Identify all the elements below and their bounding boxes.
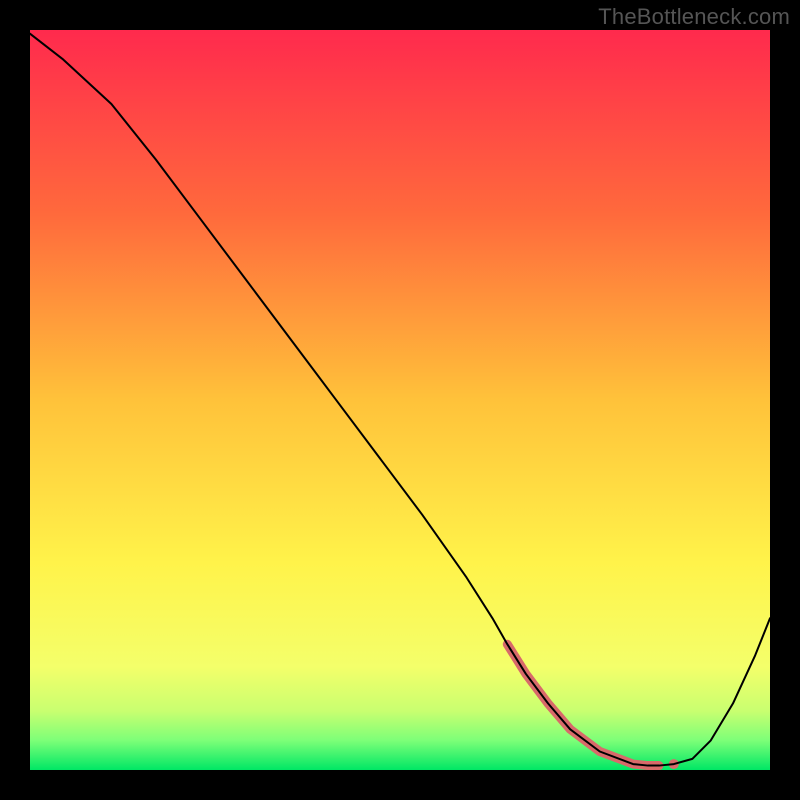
watermark-text: TheBottleneck.com xyxy=(598,4,790,30)
chart-container xyxy=(30,30,770,770)
bottleneck-chart xyxy=(30,30,770,770)
